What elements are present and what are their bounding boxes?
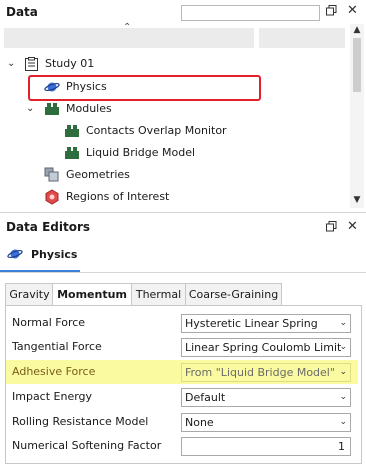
panel-divider — [0, 212, 366, 213]
chevron-down-icon: ⌄ — [339, 392, 347, 402]
numerical-softening-input[interactable]: 1 — [181, 437, 351, 456]
impact-energy-dropdown[interactable]: Default ⌄ — [181, 388, 351, 407]
tab-label: Momentum — [57, 288, 127, 301]
float-window-icon[interactable] — [326, 5, 337, 19]
chevron-down-icon: ⌄ — [339, 318, 347, 328]
tree-item-label: Geometries — [66, 168, 130, 181]
property-label: Adhesive Force — [12, 365, 96, 378]
tree-item-label: Liquid Bridge Model — [86, 146, 196, 159]
editor-tab-divider — [0, 272, 366, 273]
property-label: Normal Force — [12, 316, 86, 329]
property-label: Tangential Force — [12, 340, 102, 353]
dropdown-value: Hysteretic Linear Spring — [185, 317, 318, 330]
tree-item-regions-of-interest[interactable]: Regions of Interest — [0, 186, 340, 208]
property-label: Rolling Resistance Model — [12, 415, 149, 428]
tree-item-label: Contacts Overlap Monitor — [86, 124, 227, 137]
data-panel-title: Data — [6, 5, 38, 19]
tree-item-geometries[interactable]: Geometries — [0, 164, 340, 186]
editors-panel-title: Data Editors — [6, 220, 91, 234]
editor-tab-label: Physics — [31, 248, 78, 261]
tree-item-contacts-overlap-monitor[interactable]: Contacts Overlap Monitor — [0, 120, 340, 142]
tree-item-label: Study 01 — [45, 57, 95, 70]
scroll-up-icon[interactable]: ▲ — [351, 25, 363, 35]
physics-icon — [7, 247, 23, 264]
chevron-down-icon: ⌄ — [339, 367, 347, 377]
chevron-down-icon: ⌄ — [339, 342, 347, 352]
tab-gravity[interactable]: Gravity — [5, 283, 54, 306]
property-row-adhesive-force: Adhesive Force From "Liquid Bridge Model… — [6, 360, 358, 384]
tangential-force-dropdown[interactable]: Linear Spring Coulomb Limit ⌄ — [181, 338, 351, 357]
search-input[interactable] — [181, 5, 320, 21]
tab-thermal[interactable]: Thermal — [131, 283, 186, 306]
tab-momentum[interactable]: Momentum — [52, 283, 132, 307]
property-row-tangential-force: Tangential Force Linear Spring Coulomb L… — [6, 335, 358, 359]
tree-header-right — [259, 28, 345, 48]
tab-label: Thermal — [135, 288, 182, 301]
chevron-down-icon: ⌄ — [339, 417, 347, 427]
editor-tab-physics[interactable]: Physics — [0, 240, 80, 270]
number-value: 1 — [338, 440, 345, 453]
adhesive-force-dropdown[interactable]: From "Liquid Bridge Model" ⌄ — [181, 363, 351, 382]
property-row-impact-energy: Impact Energy Default ⌄ — [6, 385, 358, 409]
tree-item-label: Modules — [66, 102, 112, 115]
dropdown-value: None — [185, 416, 214, 429]
property-label: Numerical Softening Factor — [12, 439, 162, 452]
collapse-header-icon[interactable]: ⌃ — [123, 22, 131, 33]
tree-item-label: Regions of Interest — [66, 190, 170, 203]
property-row-normal-force: Normal Force Hysteretic Linear Spring ⌄ — [6, 311, 358, 335]
float-window-icon[interactable] — [326, 221, 337, 235]
tab-label: Gravity — [9, 288, 50, 301]
dropdown-value: From "Liquid Bridge Model" — [185, 366, 335, 379]
tree-item-modules[interactable]: ⌄ Modules — [0, 98, 340, 120]
tree-item-liquid-bridge-model[interactable]: Liquid Bridge Model — [0, 142, 340, 164]
close-icon[interactable]: ✕ — [347, 3, 358, 18]
property-row-rolling-resistance: Rolling Resistance Model None ⌄ — [6, 410, 358, 434]
tab-label: Coarse-Graining — [188, 288, 279, 301]
normal-force-dropdown[interactable]: Hysteretic Linear Spring ⌄ — [181, 314, 351, 333]
scroll-down-icon[interactable]: ▼ — [351, 195, 363, 205]
dropdown-value: Linear Spring Coulomb Limit — [185, 341, 342, 354]
tab-coarse-graining[interactable]: Coarse-Graining — [185, 283, 282, 306]
close-icon[interactable]: ✕ — [347, 219, 358, 234]
tree-scrollbar-thumb[interactable] — [353, 38, 361, 92]
chevron-down-icon[interactable]: ⌄ — [7, 53, 15, 75]
rolling-resistance-dropdown[interactable]: None ⌄ — [181, 413, 351, 432]
dropdown-value: Default — [185, 391, 226, 404]
chevron-down-icon[interactable]: ⌄ — [26, 98, 34, 120]
tree-item-study[interactable]: ⌄ Study 01 — [0, 53, 340, 75]
regions-icon — [44, 189, 60, 213]
property-label: Impact Energy — [12, 390, 93, 403]
property-row-numerical-softening: Numerical Softening Factor 1 — [6, 434, 358, 458]
